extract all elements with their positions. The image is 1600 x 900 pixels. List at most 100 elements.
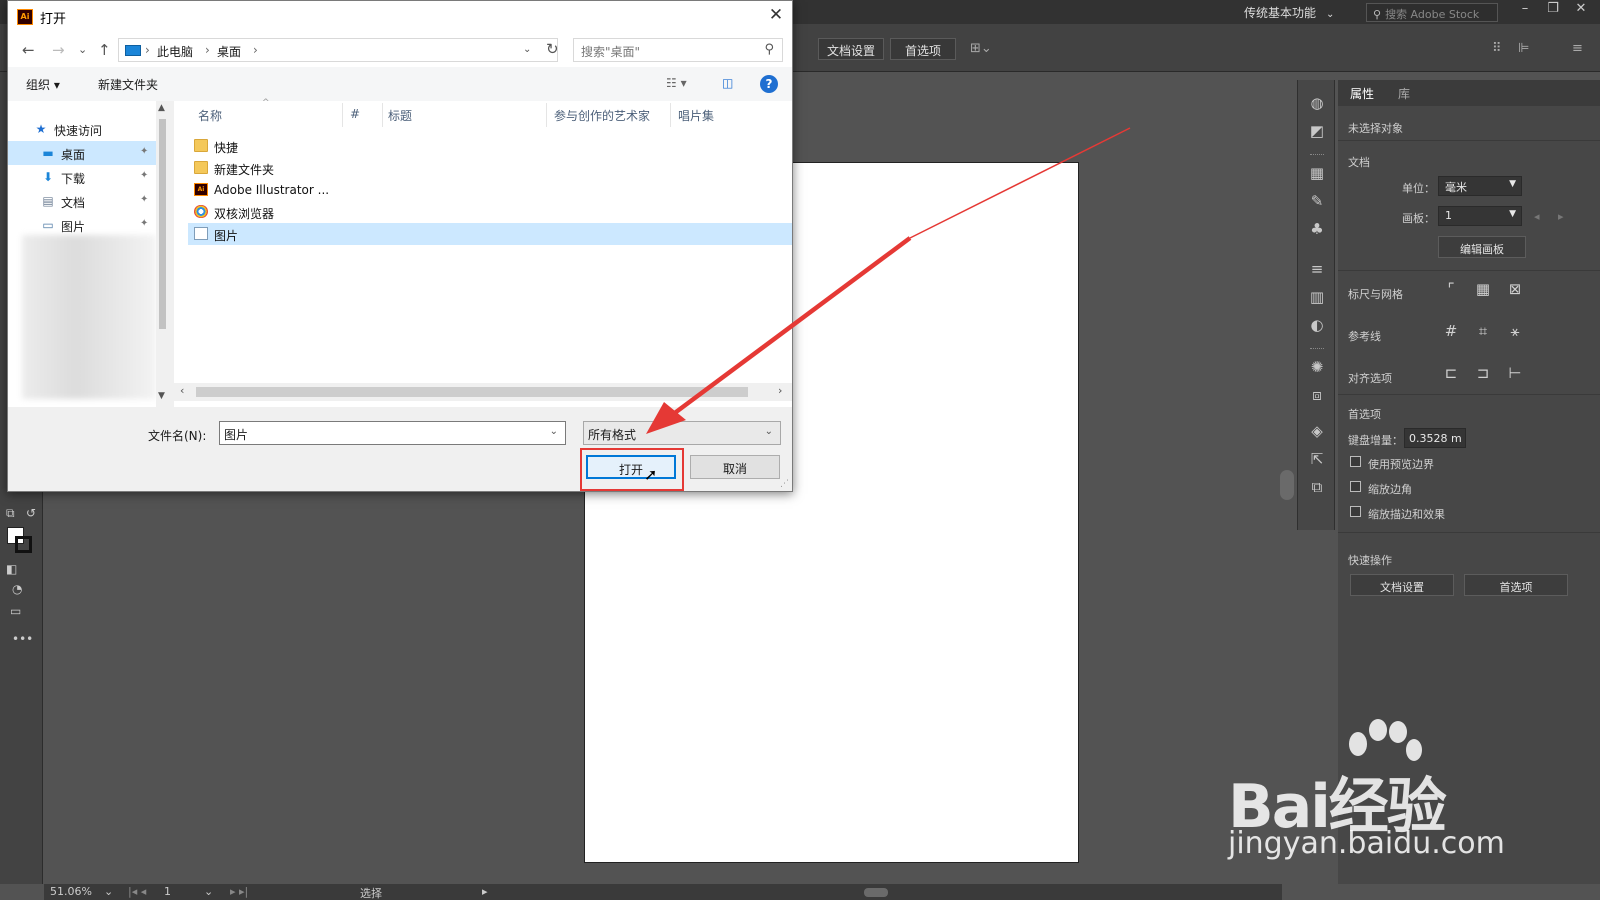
status-play-icon[interactable]: ▸ bbox=[482, 885, 488, 898]
image-trace-icon[interactable]: ◩ bbox=[1307, 122, 1327, 142]
column-separator[interactable] bbox=[670, 103, 671, 127]
nav-quick-access[interactable]: ★ 快速访问 bbox=[8, 117, 156, 141]
stroke-icon[interactable]: ≡ bbox=[1307, 260, 1327, 280]
keyboard-increment-input[interactable]: 0.3528 m bbox=[1404, 428, 1466, 448]
column-header-title[interactable]: 标题 bbox=[388, 107, 412, 124]
file-row-selected[interactable]: 图片 bbox=[188, 223, 792, 245]
scale-strokes-checkbox[interactable] bbox=[1350, 506, 1361, 517]
pin-icon[interactable]: ✦ bbox=[140, 146, 148, 157]
ruler-icon[interactable]: ⌜ bbox=[1440, 280, 1462, 302]
column-header-number[interactable]: # bbox=[350, 107, 360, 121]
minimize-icon[interactable]: – bbox=[1514, 1, 1536, 21]
scroll-down-icon[interactable]: ▼ bbox=[158, 391, 165, 401]
transparency-icon[interactable]: ◐ bbox=[1307, 316, 1327, 336]
restore-icon[interactable]: ❐ bbox=[1542, 1, 1564, 21]
grid-icon[interactable]: ▦ bbox=[1472, 280, 1494, 302]
scroll-right-icon[interactable]: › bbox=[778, 384, 782, 397]
layers-icon[interactable]: ◈ bbox=[1307, 422, 1327, 442]
artboard-chevron-icon[interactable]: ⌄ bbox=[204, 885, 213, 898]
snap-to-grid-icon[interactable]: ⊢ bbox=[1504, 364, 1526, 386]
pin-icon[interactable]: ✦ bbox=[140, 194, 148, 205]
file-row[interactable]: Ai Adobe Illustrator ... bbox=[188, 179, 792, 201]
snap-to-point-icon[interactable]: ⊏ bbox=[1440, 364, 1462, 386]
edit-artboards-button[interactable]: 编辑画板 bbox=[1438, 236, 1526, 258]
tab-libraries[interactable]: 库 bbox=[1398, 85, 1410, 102]
help-icon[interactable]: ? bbox=[760, 75, 778, 93]
gradient-icon[interactable]: ▥ bbox=[1307, 288, 1327, 308]
appearance-icon[interactable]: ✺ bbox=[1307, 358, 1327, 378]
nav-scrollbar-thumb[interactable] bbox=[159, 119, 166, 329]
back-icon[interactable]: ← bbox=[22, 41, 35, 59]
close-icon[interactable]: ✕ bbox=[764, 5, 788, 29]
scale-corners-checkbox[interactable] bbox=[1350, 481, 1361, 492]
column-header-artists[interactable]: 参与创作的艺术家 bbox=[554, 107, 650, 124]
artboard-number[interactable]: 1 bbox=[164, 885, 171, 898]
nav-item-desktop[interactable]: ▬ 桌面 ✦ bbox=[8, 141, 156, 165]
prev-artboard-icon[interactable]: ◂ bbox=[1534, 210, 1540, 223]
first-artboard-icon[interactable]: |◂ ◂ bbox=[128, 885, 146, 898]
breadcrumb-desktop[interactable]: 桌面 bbox=[217, 43, 241, 60]
adobe-stock-search[interactable]: ⚲ 搜索 Adobe Stock bbox=[1366, 3, 1498, 22]
file-type-select[interactable]: 所有格式 ⌄ bbox=[583, 421, 781, 445]
new-folder-button[interactable]: 新建文件夹 bbox=[98, 76, 158, 93]
view-options-icon[interactable]: ☷ ▾ bbox=[666, 76, 687, 90]
artboard-select[interactable]: 1 ▼ bbox=[1438, 206, 1522, 226]
preview-pane-icon[interactable]: ◫ bbox=[722, 76, 733, 90]
align-icon[interactable]: ⊫ bbox=[1518, 41, 1529, 56]
organize-button[interactable]: 组织 ▾ bbox=[26, 76, 60, 93]
snap-to-pixel-icon[interactable]: ⊐ bbox=[1472, 364, 1494, 386]
brushes-icon[interactable]: ✎ bbox=[1307, 192, 1327, 212]
file-list-scroll-thumb[interactable] bbox=[196, 387, 748, 397]
artboards-icon[interactable]: ⧉ bbox=[1307, 478, 1327, 498]
column-separator[interactable] bbox=[546, 103, 547, 127]
color-mode-icon[interactable]: ◧ bbox=[6, 562, 17, 576]
zoom-chevron-icon[interactable]: ⌄ bbox=[104, 885, 113, 898]
zoom-level[interactable]: 51.06% bbox=[50, 885, 92, 898]
swap-colors-icon[interactable]: ↺ bbox=[26, 506, 36, 520]
quick-doc-setup-button[interactable]: 文档设置 bbox=[1350, 574, 1454, 596]
transparency-grid-icon[interactable]: ⊠ bbox=[1504, 280, 1526, 302]
nav-item-documents[interactable]: ▤ 文档 ✦ bbox=[8, 189, 156, 213]
more-tools-icon[interactable]: ••• bbox=[12, 632, 33, 646]
app-close-icon[interactable]: ✕ bbox=[1570, 1, 1592, 21]
panel-menu-icon[interactable]: ≡ bbox=[1572, 41, 1583, 56]
canvas-horizontal-scrollbar[interactable] bbox=[864, 888, 888, 897]
stroke-color-swatch[interactable] bbox=[15, 536, 32, 553]
file-row[interactable]: 双核浏览器 bbox=[188, 201, 792, 223]
scroll-left-icon[interactable]: ‹ bbox=[180, 384, 184, 397]
color-guide-icon[interactable]: ◍ bbox=[1307, 94, 1327, 114]
address-bar[interactable]: › 此电脑 › 桌面 › ⌄ bbox=[118, 38, 558, 62]
next-artboard-icon[interactable]: ▸ bbox=[1558, 210, 1564, 223]
units-select[interactable]: 毫米 ▼ bbox=[1438, 176, 1522, 196]
breadcrumb-this-pc[interactable]: 此电脑 bbox=[157, 43, 193, 60]
draw-mode-icon[interactable]: ◔ bbox=[12, 582, 22, 596]
nav-item-downloads[interactable]: ⬇ 下载 ✦ bbox=[8, 165, 156, 189]
swatches-icon[interactable]: ▦ bbox=[1307, 164, 1327, 184]
tab-properties[interactable]: 属性 bbox=[1350, 85, 1374, 102]
cancel-button[interactable]: 取消 bbox=[690, 455, 780, 479]
asset-export-icon[interactable]: ⇱ bbox=[1307, 450, 1327, 470]
recent-locations-icon[interactable]: ⌄ bbox=[78, 43, 87, 56]
dock-grip[interactable] bbox=[1310, 154, 1324, 156]
symbols-icon[interactable]: ♣ bbox=[1307, 220, 1327, 240]
smart-guides-icon[interactable]: ⚹ bbox=[1504, 322, 1526, 344]
graphic-styles-icon[interactable]: ⧈ bbox=[1307, 386, 1327, 406]
file-row[interactable]: 快捷 bbox=[188, 135, 792, 157]
file-row[interactable]: 新建文件夹 bbox=[188, 157, 792, 179]
pin-icon[interactable]: ✦ bbox=[140, 218, 148, 229]
transform-icon[interactable]: ⠿ bbox=[1492, 41, 1502, 56]
default-colors-icon[interactable]: ⧉ bbox=[6, 506, 15, 521]
lock-guides-icon[interactable]: ⌗ bbox=[1472, 322, 1494, 344]
workspace-switcher[interactable]: 传统基本功能 ⌄ bbox=[1244, 4, 1334, 21]
screen-mode-icon[interactable]: ▭ bbox=[10, 604, 21, 618]
pin-icon[interactable]: ✦ bbox=[140, 170, 148, 181]
column-header-name[interactable]: 名称 bbox=[198, 107, 222, 124]
chevron-down-icon[interactable]: ⌄ bbox=[550, 426, 558, 437]
preferences-button[interactable]: 首选项 bbox=[890, 38, 956, 60]
refresh-icon[interactable]: ↻ bbox=[546, 40, 559, 58]
address-dropdown-icon[interactable]: ⌄ bbox=[523, 44, 531, 55]
canvas-vertical-scrollbar[interactable] bbox=[1280, 470, 1294, 500]
file-list-horizontal-scrollbar[interactable]: ‹ › bbox=[174, 383, 792, 401]
forward-icon[interactable]: → bbox=[52, 41, 65, 59]
show-guides-icon[interactable]: # bbox=[1440, 322, 1462, 344]
